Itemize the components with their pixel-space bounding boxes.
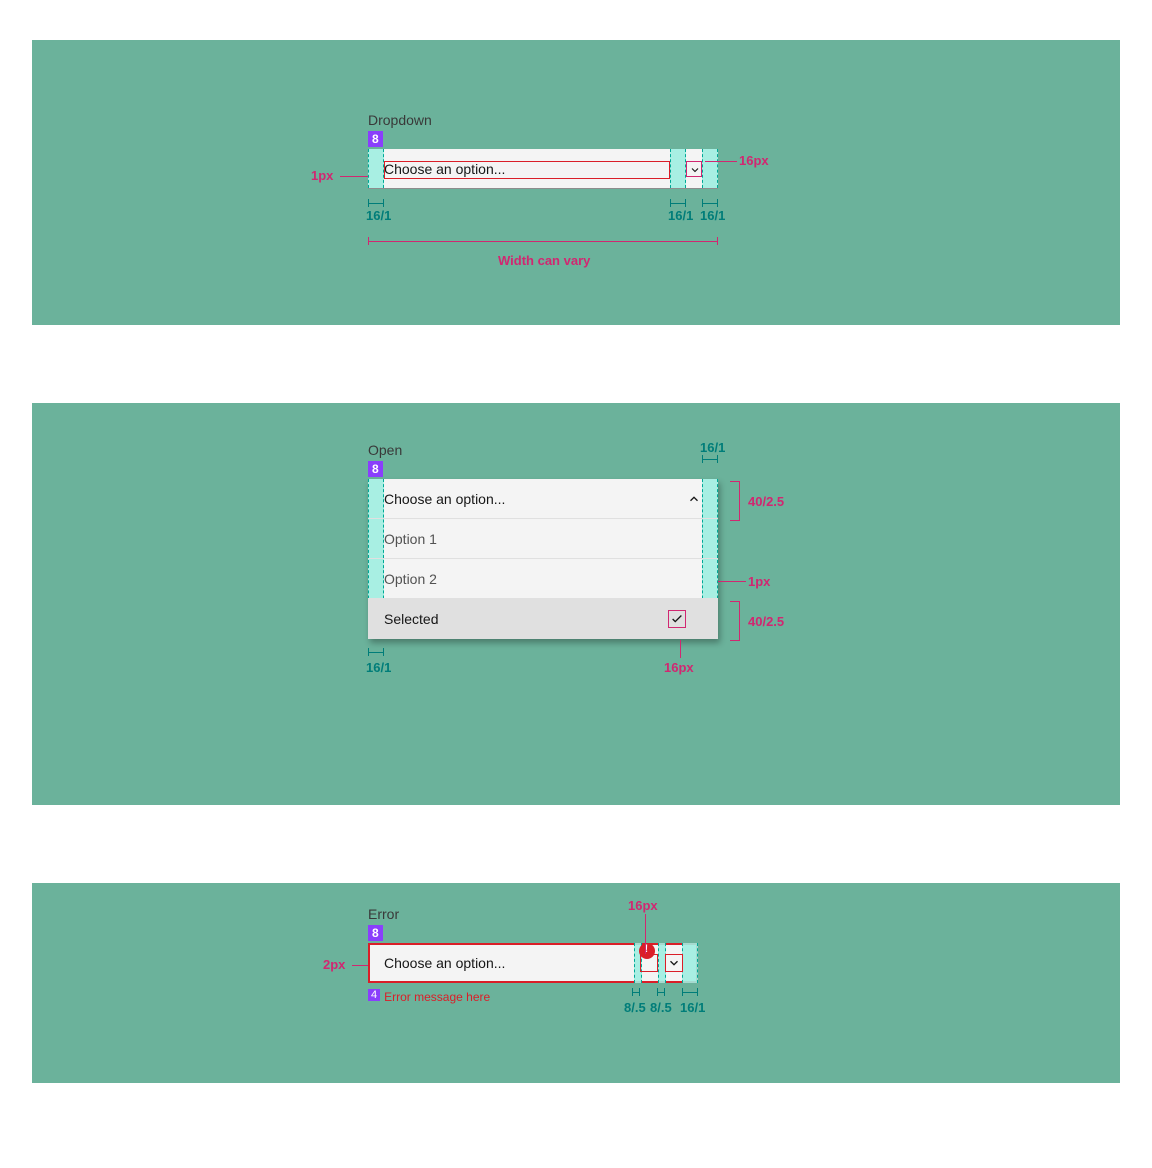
pad-a-label: 16/1 (366, 208, 391, 223)
error-icon-bounds (640, 954, 658, 972)
width-tick-l (368, 237, 369, 245)
err-brk-b (657, 988, 665, 996)
row-height-label-2: 40/2.5 (748, 614, 784, 629)
dropdown-error-field[interactable]: Choose an option... (368, 943, 698, 983)
bracket-pad-c (702, 199, 718, 207)
dropdown-open-spec: Open 8 Choose an option... Option 1 Opti… (368, 442, 718, 639)
err-brk-c (682, 988, 698, 996)
check-16px-label: 16px (664, 660, 694, 675)
measure-1px-line (340, 176, 368, 177)
bracket-pad-a (368, 199, 384, 207)
row-height-bracket-1 (730, 481, 740, 521)
dropdown-option-1[interactable]: Option 1 (368, 519, 718, 559)
open-pad-top-bracket (702, 455, 718, 463)
dropdown-option-2[interactable]: Option 2 (368, 559, 718, 599)
spec-badge-8-error: 8 (368, 925, 383, 941)
dropdown-header-row[interactable]: Choose an option... (368, 479, 718, 519)
error-chevron-bounds (665, 954, 683, 972)
spec-badge-4: 4 (368, 989, 380, 1001)
option2-text: Option 2 (384, 571, 437, 587)
width-label: Width can vary (498, 253, 590, 268)
err-16px-line (645, 914, 646, 954)
error-message: Error message here (384, 990, 490, 1004)
err-16px-label: 16px (628, 898, 658, 913)
pad-b-label: 16/1 (668, 208, 693, 223)
err-pad-a-label: 8/.5 (624, 1000, 646, 1015)
chevron-bounds (686, 161, 702, 177)
check-line (680, 640, 681, 658)
err-pad-b-label: 8/.5 (650, 1000, 672, 1015)
measure-1px-label: 1px (311, 168, 333, 183)
selected-text: Selected (384, 611, 438, 627)
dropdown-closed-spec: Dropdown 8 Choose an option... (368, 112, 718, 189)
row-height-label-1: 40/2.5 (748, 494, 784, 509)
row-height-bracket-2 (730, 601, 740, 641)
chevron-up-icon (686, 491, 702, 507)
padding-guide-left (368, 149, 384, 188)
dropdown-label: Dropdown (368, 112, 718, 128)
text-bounds (384, 161, 670, 179)
error-placeholder: Choose an option... (384, 955, 505, 971)
measure-2px-line (352, 965, 368, 966)
open-pad-bottom-bracket (368, 648, 384, 656)
err-brk-a (632, 988, 640, 996)
spec-badge-8-open: 8 (368, 461, 383, 477)
checkmark-bounds (668, 610, 686, 628)
dropdown-open[interactable]: Choose an option... Option 1 Option 2 Se… (368, 479, 718, 639)
dropdown-option-selected[interactable]: Selected (368, 599, 718, 639)
width-tick-r (717, 237, 718, 245)
err-pad-right (682, 943, 698, 983)
measure-16px-line (705, 161, 737, 162)
spec-badge-8: 8 (368, 131, 383, 147)
open-pad-top-label: 16/1 (700, 440, 725, 455)
open-pad-bottom-label: 16/1 (366, 660, 391, 675)
option1-text: Option 1 (384, 531, 437, 547)
chevron-down-icon (687, 162, 703, 178)
measure-16px-label: 16px (739, 153, 769, 168)
divider-line (718, 581, 746, 582)
divider-1px-label: 1px (748, 574, 770, 589)
padding-guide-right (702, 149, 718, 188)
bracket-pad-b (670, 199, 686, 207)
err-pad-c-label: 16/1 (680, 1000, 705, 1015)
dropdown-error-spec: Error 8 Choose an option... 4 Error mess… (368, 906, 698, 1004)
pad-c-label: 16/1 (700, 208, 725, 223)
dropdown-header-text: Choose an option... (384, 491, 505, 507)
measure-2px-label: 2px (323, 957, 345, 972)
dropdown-field[interactable]: Choose an option... (368, 149, 718, 189)
width-line (368, 241, 718, 242)
open-label: Open (368, 442, 718, 458)
